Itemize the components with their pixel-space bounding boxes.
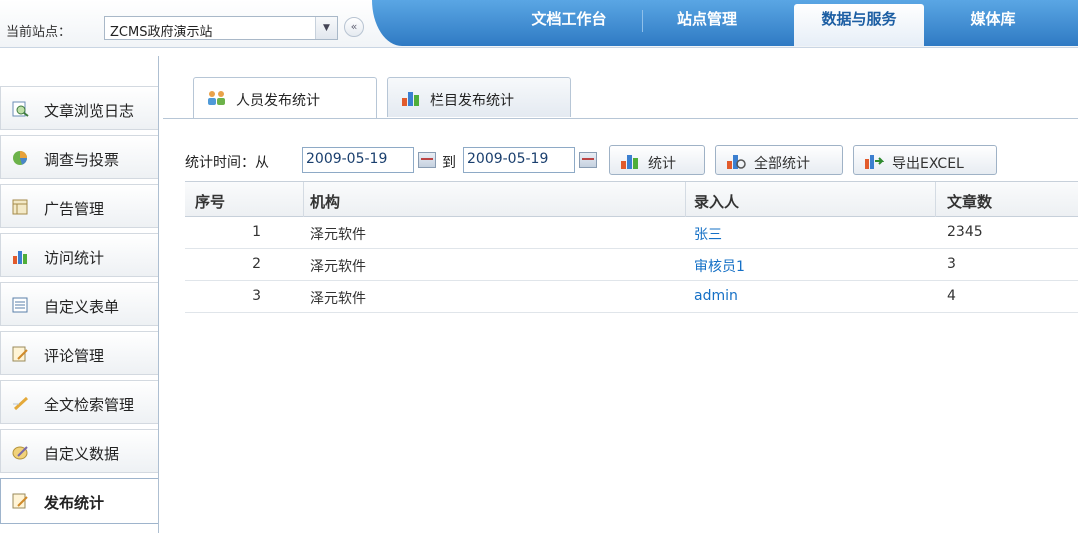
nav-tab-label: 数据与服务 xyxy=(821,10,897,28)
date-to-input[interactable]: 2009-05-19 xyxy=(463,147,575,173)
sidebar-item-publish-stats[interactable]: 发布统计 xyxy=(0,478,158,524)
form-icon xyxy=(12,297,28,313)
col-separator xyxy=(685,182,686,217)
cell-user-link[interactable]: admin xyxy=(694,288,738,304)
tab-label: 栏目发布统计 xyxy=(430,93,514,109)
date-from-input[interactable]: 2009-05-19 xyxy=(302,147,414,173)
cell-org: 泽元软件 xyxy=(310,291,366,307)
sidebar-item-label: 全文检索管理 xyxy=(44,396,135,414)
bar-chart-icon xyxy=(402,92,419,106)
cell-count: 2345 xyxy=(947,224,983,240)
export-icon xyxy=(865,155,884,169)
cell-count: 4 xyxy=(947,288,956,304)
data-icon xyxy=(12,446,28,460)
content-panel: 人员发布统计 栏目发布统计 统计时间：从 2009-05-19 到 2009-0… xyxy=(159,56,1078,533)
bar-chart-icon xyxy=(621,155,638,169)
site-select-value: ZCMS政府演示站 xyxy=(110,25,213,40)
pie-icon xyxy=(13,151,27,165)
table-header: 序号 机构 录入人 文章数 xyxy=(185,181,1078,217)
site-select[interactable]: ZCMS政府演示站 ▼ xyxy=(104,16,338,40)
cell-user-link[interactable]: 张三 xyxy=(694,224,722,244)
cell-user-link[interactable]: 审核员1 xyxy=(694,256,745,276)
stat-button-label: 统计 xyxy=(648,156,676,172)
cell-no: 2 xyxy=(252,256,261,272)
sidebar-item-label: 自定义数据 xyxy=(44,445,120,463)
export-button-label: 导出EXCEL xyxy=(892,156,964,172)
chart-search-icon xyxy=(727,155,746,169)
nav-tab-doc-workbench[interactable]: 文档工作台 xyxy=(514,4,624,42)
col-separator xyxy=(935,182,936,217)
nav-tab-media-library[interactable]: 媒体库 xyxy=(938,4,1048,42)
chevron-down-icon[interactable]: ▼ xyxy=(315,17,337,39)
sidebar-item-article-log[interactable]: 文章浏览日志 xyxy=(0,86,158,130)
collapse-double-left-icon[interactable]: « xyxy=(344,17,364,37)
sidebar-item-custom-form[interactable]: 自定义表单 xyxy=(0,282,158,326)
table-row[interactable]: 3 泽元软件 admin 4 xyxy=(185,281,1078,313)
main-nav: 文档工作台 站点管理 数据与服务 媒体库 xyxy=(372,0,1078,46)
tab-column-publish-stats[interactable]: 栏目发布统计 xyxy=(387,77,571,117)
sidebar-item-label: 访问统计 xyxy=(44,249,105,267)
tab-staff-publish-stats[interactable]: 人员发布统计 xyxy=(193,77,377,119)
stat-button[interactable]: 统计 xyxy=(609,145,705,175)
cell-no: 1 xyxy=(252,224,261,240)
cell-org: 泽元软件 xyxy=(310,227,366,243)
table-row[interactable]: 2 泽元软件 审核员1 3 xyxy=(185,249,1078,281)
col-header-no[interactable]: 序号 xyxy=(195,191,225,212)
sidebar-item-label: 自定义表单 xyxy=(44,298,120,316)
all-stat-button-label: 全部统计 xyxy=(754,156,810,172)
sidebar-item-visit-stats[interactable]: 访问统计 xyxy=(0,233,158,277)
search-doc-icon xyxy=(12,101,29,117)
to-label: 到 xyxy=(442,155,456,171)
time-label: 统计时间：从 xyxy=(185,155,269,171)
col-separator xyxy=(303,182,304,217)
cell-no: 3 xyxy=(252,288,261,304)
sidebar-item-ad-management[interactable]: 广告管理 xyxy=(0,184,158,228)
sidebar-item-label: 广告管理 xyxy=(44,200,105,218)
cell-org: 泽元软件 xyxy=(310,259,366,275)
tab-underline xyxy=(163,118,1078,119)
top-bar: 当前站点： ZCMS政府演示站 ▼ « 文档工作台 站点管理 数据与服务 媒体库 xyxy=(0,0,1078,48)
ad-grid-icon xyxy=(12,199,28,215)
nav-tab-label: 站点管理 xyxy=(676,10,737,28)
sidebar-item-label: 文章浏览日志 xyxy=(44,102,135,120)
tab-label: 人员发布统计 xyxy=(236,93,320,109)
sidebar: 文章浏览日志 调查与投票 广告管理 访问统计 自定义表单 评论管理 全文检索管理… xyxy=(0,66,159,533)
sidebar-item-fulltext-search[interactable]: 全文检索管理 xyxy=(0,380,158,424)
sidebar-item-survey-vote[interactable]: 调查与投票 xyxy=(0,135,158,179)
sidebar-item-label: 调查与投票 xyxy=(44,151,120,169)
all-stat-button[interactable]: 全部统计 xyxy=(715,145,843,175)
site-label: 当前站点： xyxy=(6,25,72,40)
export-excel-button[interactable]: 导出EXCEL xyxy=(853,145,997,175)
col-header-org[interactable]: 机构 xyxy=(310,191,340,212)
sidebar-item-label: 发布统计 xyxy=(44,494,105,512)
publish-icon xyxy=(12,493,28,509)
comment-icon xyxy=(12,346,28,362)
table-row[interactable]: 1 泽元软件 张三 2345 xyxy=(185,217,1078,249)
calendar-icon[interactable] xyxy=(579,152,597,168)
sidebar-item-label: 评论管理 xyxy=(44,347,105,365)
people-icon xyxy=(208,91,225,105)
col-header-user[interactable]: 录入人 xyxy=(694,191,739,212)
nav-tab-site-management[interactable]: 站点管理 xyxy=(652,4,762,42)
bar-chart-icon xyxy=(13,251,27,264)
nav-tab-data-services[interactable]: 数据与服务 xyxy=(794,4,924,46)
pencil-icon xyxy=(13,396,29,411)
nav-tab-label: 媒体库 xyxy=(970,10,1016,28)
cell-count: 3 xyxy=(947,256,956,272)
nav-separator xyxy=(642,10,643,32)
nav-tab-label: 文档工作台 xyxy=(531,10,607,28)
col-header-count[interactable]: 文章数 xyxy=(947,191,992,212)
sidebar-item-comment-management[interactable]: 评论管理 xyxy=(0,331,158,375)
sidebar-item-custom-data[interactable]: 自定义数据 xyxy=(0,429,158,473)
calendar-icon[interactable] xyxy=(418,152,436,168)
